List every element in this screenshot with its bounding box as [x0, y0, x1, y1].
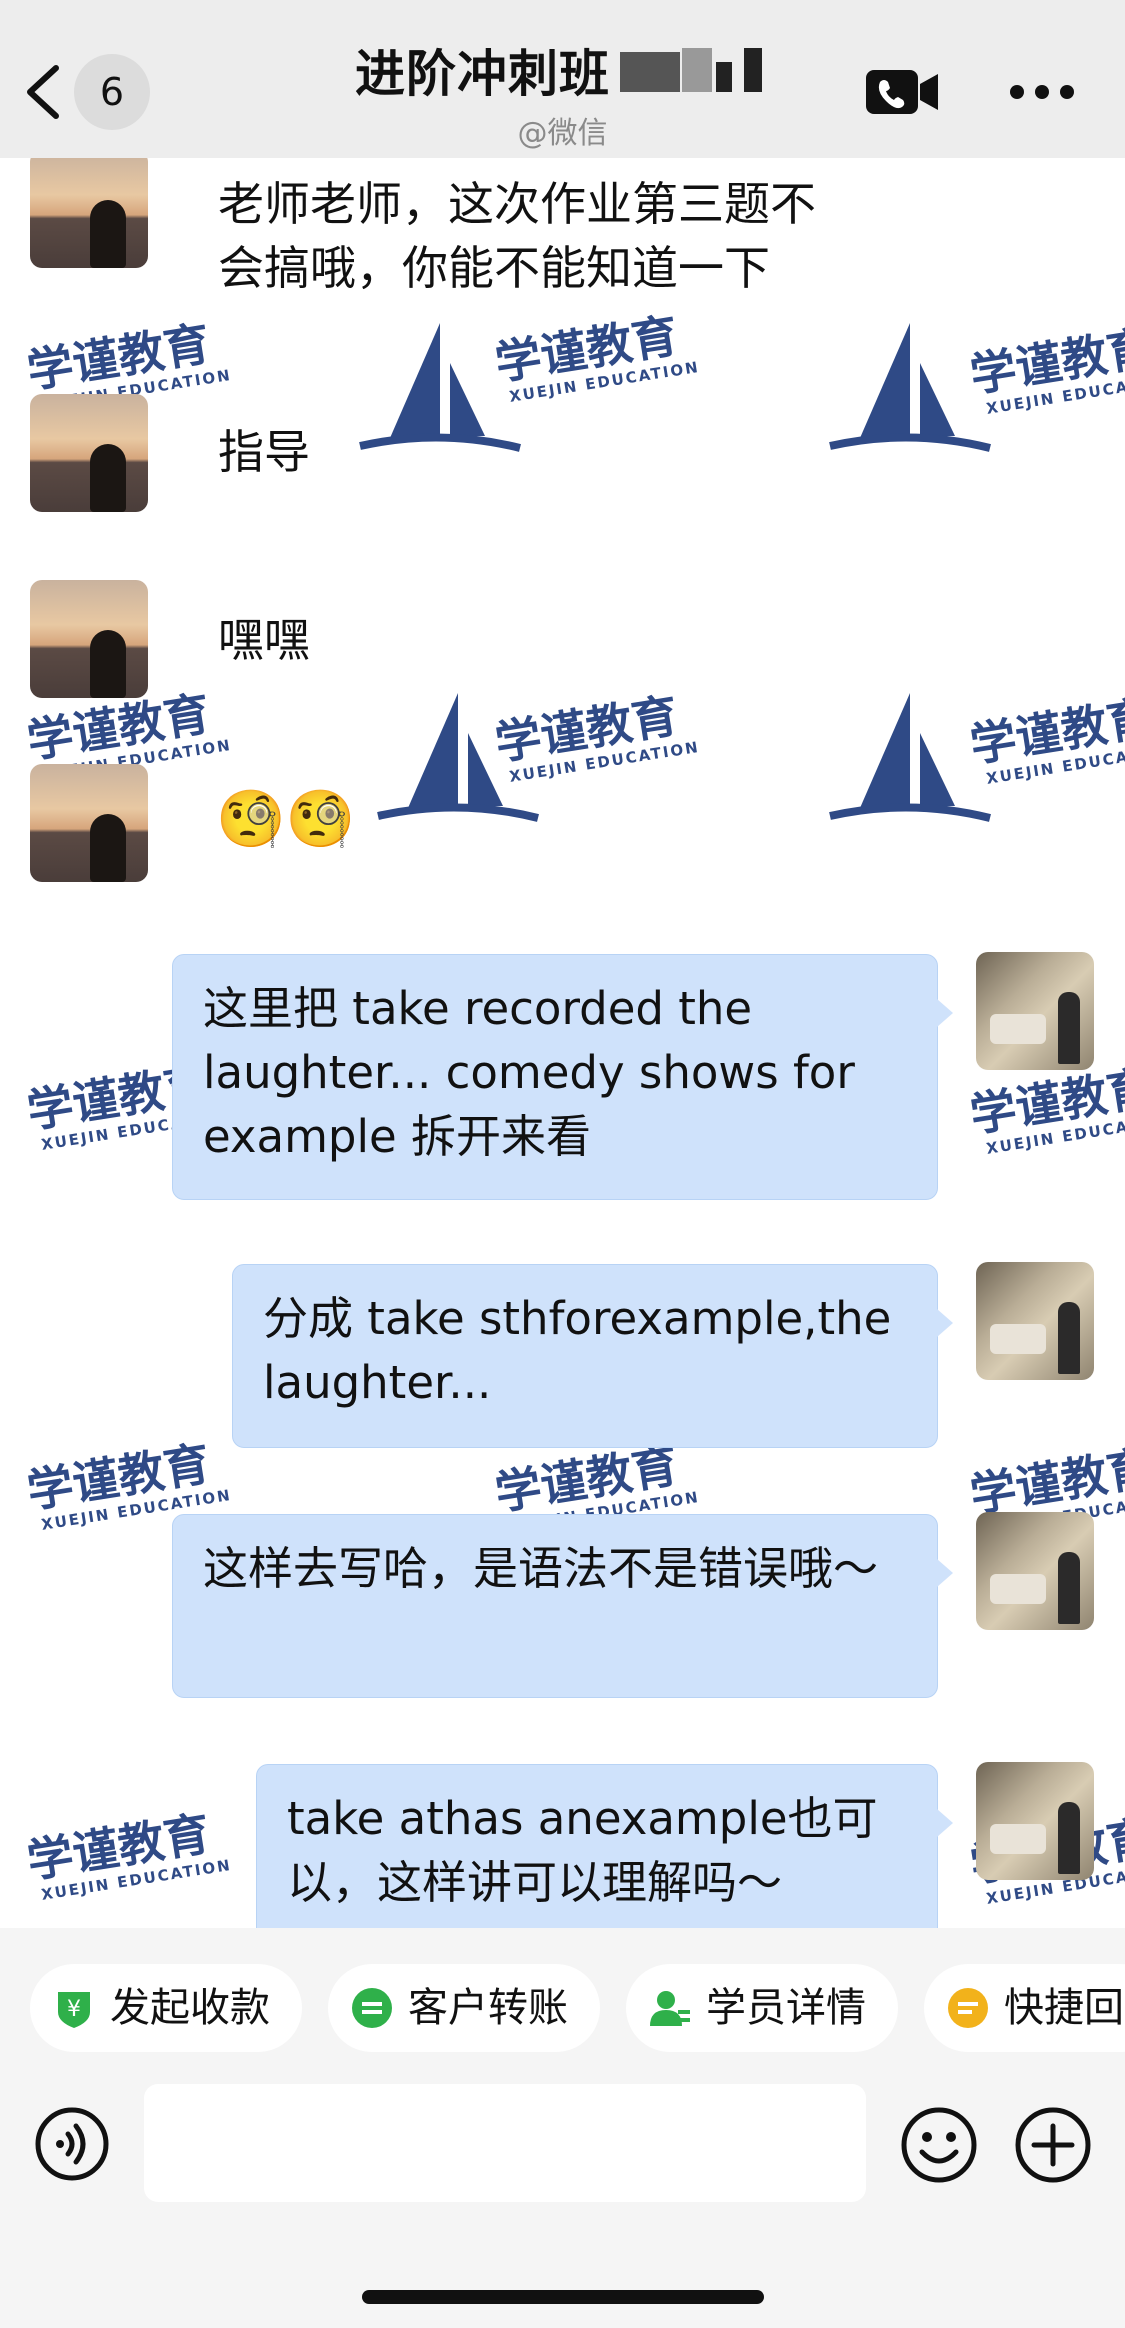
payment-icon: ¥: [58, 1992, 90, 2028]
chat-header: 6 进阶冲刺班 @微信: [0, 0, 1125, 158]
avatar[interactable]: [976, 1512, 1094, 1630]
input-bar: [0, 2078, 1125, 2328]
message-text: 指导: [218, 425, 310, 479]
quick-actions-bar: ¥ 发起收款 客户转账 学员详情 快捷回: [0, 1928, 1125, 2078]
avatar[interactable]: [30, 580, 148, 698]
quick-action-payment[interactable]: ¥ 发起收款: [30, 1964, 302, 2052]
message-text: 嘿嘿: [218, 613, 310, 667]
chat-title: 进阶冲刺班: [355, 45, 610, 103]
chat-subtitle: @微信: [517, 116, 608, 151]
quick-reply-icon: [948, 1988, 988, 2028]
quick-action-label: 发起收款: [110, 1985, 270, 2031]
message-list[interactable]: 学谨教育 XUEJIN EDUCATION 学谨教育 XUEJIN EDUCAT…: [0, 158, 1125, 1928]
message-text: 老师老师，这次作业第三题不 会搞哦，你能不能知道一下: [218, 177, 816, 295]
quick-action-label: 学员详情: [706, 1985, 866, 2031]
quick-action-label: 快捷回: [1004, 1985, 1124, 2031]
message-input[interactable]: [144, 2084, 866, 2202]
watermark: 学谨教育 XUEJIN EDUCATION 学谨教育 XUEJIN EDUCAT…: [0, 308, 1125, 478]
avatar[interactable]: [30, 158, 148, 268]
voice-input-icon[interactable]: [34, 2106, 110, 2182]
avatar[interactable]: [976, 1262, 1094, 1380]
home-indicator: [362, 2290, 764, 2304]
quick-action-transfer[interactable]: 客户转账: [328, 1964, 600, 2052]
message-bubble[interactable]: 分成 take sthforexample,the laughter...: [232, 1264, 953, 1448]
svg-text:¥: ¥: [67, 1997, 81, 2022]
more-options-icon[interactable]: [1010, 84, 1074, 100]
emoji-message: 🧐🧐: [216, 787, 356, 852]
quick-action-quick-reply[interactable]: 快捷回: [924, 1964, 1125, 2052]
message-bubble[interactable]: 这样去写哈，是语法不是错误哦～: [172, 1514, 953, 1698]
avatar[interactable]: [976, 952, 1094, 1070]
avatar[interactable]: [30, 764, 148, 882]
transfer-icon: [352, 1988, 392, 2028]
plus-icon[interactable]: [1014, 2106, 1092, 2184]
student-icon: [650, 1991, 690, 2026]
video-call-icon[interactable]: [864, 66, 940, 118]
avatar[interactable]: [30, 394, 148, 512]
message-bubble[interactable]: take athas anexample也可以，这样讲可以理解吗～: [256, 1764, 953, 1928]
redaction-mask: [620, 48, 770, 96]
emoji-icon[interactable]: [900, 2106, 978, 2184]
watermark: 学谨教育 XUEJIN EDUCATION 学谨教育 XUEJIN EDUCAT…: [0, 686, 1125, 848]
message-bubble[interactable]: 这里把 take recorded the laughter... comedy…: [172, 954, 953, 1200]
avatar[interactable]: [976, 1762, 1094, 1880]
quick-action-label: 客户转账: [408, 1985, 568, 2031]
quick-action-student[interactable]: 学员详情: [626, 1964, 898, 2052]
